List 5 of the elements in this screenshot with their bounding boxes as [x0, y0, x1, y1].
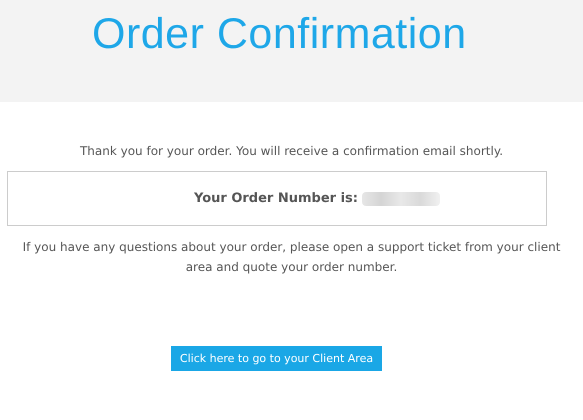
client-area-button[interactable]: Click here to go to your Client Area: [170, 346, 382, 371]
help-text: If you have any questions about your order, please open a support ticket from your client area and quote your order number.: [22, 239, 562, 276]
page-title: Order Confirmation: [92, 10, 468, 59]
confirmation-message: Thank you for your order. You will receive a confirmation email shortly.: [78, 144, 504, 158]
order-number-label: Your Order Number is:: [194, 191, 358, 206]
